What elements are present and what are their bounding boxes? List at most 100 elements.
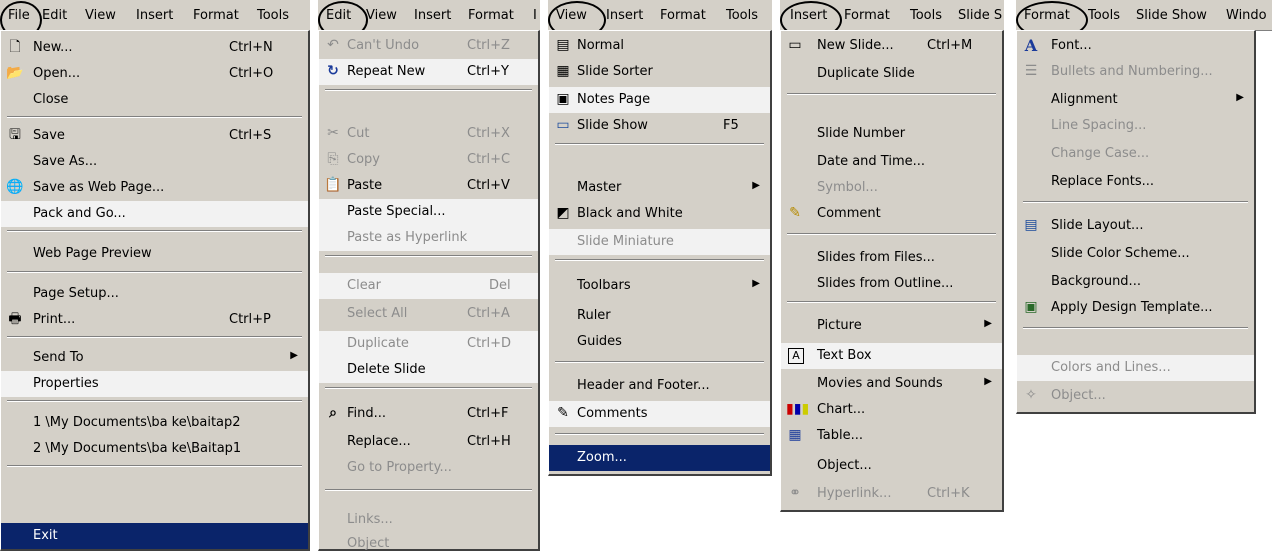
menu-item-select-all[interactable]: Select All Ctrl+A xyxy=(319,301,538,327)
menu-item-repeat[interactable]: ↻ Repeat New Ctrl+Y xyxy=(319,59,538,85)
menubar-insert[interactable]: Insert xyxy=(136,8,173,24)
menu-item-object[interactable]: Object... xyxy=(781,453,1002,479)
menubar-format[interactable]: Format xyxy=(660,8,706,24)
menu-item-send-to[interactable]: Send To ▶ xyxy=(1,345,308,371)
menu-item-duplicate-slide[interactable]: Duplicate Slide xyxy=(781,61,1002,87)
menubar-window[interactable]: Windo xyxy=(1226,8,1267,24)
menubar-view[interactable]: View xyxy=(556,8,587,24)
menu-item-picture[interactable]: Picture ▶ xyxy=(781,313,1002,339)
menu-item-find[interactable]: ⌕ Find... Ctrl+F xyxy=(319,401,538,427)
printer-icon: 🖶 xyxy=(8,311,22,327)
menu-item-normal[interactable]: ▤ Normal xyxy=(549,33,770,59)
menu-item-go-to-property[interactable]: Go to Property... xyxy=(319,455,538,481)
menu-item-paste-as-hyperlink[interactable]: Paste as Hyperlink xyxy=(319,225,538,251)
menu-item-label: Paste Special... xyxy=(347,204,446,219)
menu-item-table[interactable]: ▦ Table... xyxy=(781,423,1002,449)
menu-item-duplicate[interactable]: Duplicate Ctrl+D xyxy=(319,331,538,357)
menubar-slide-show[interactable]: Slide S xyxy=(958,8,1002,24)
file-menu-panel: File Edit View Insert Format Tools 🗋 New.… xyxy=(0,0,310,551)
menu-item-font[interactable]: A Font... xyxy=(1017,33,1254,59)
menu-item-save-as[interactable]: Save As... xyxy=(1,149,308,175)
menubar-tools[interactable]: Tools xyxy=(910,8,942,24)
menubar-tools[interactable]: Tools xyxy=(1088,8,1120,24)
menubar-edit[interactable]: Edit xyxy=(42,8,67,24)
menubar-format[interactable]: Format xyxy=(844,8,890,24)
menu-item-new-slide[interactable]: ▭ New Slide... Ctrl+M xyxy=(781,33,1002,59)
menu-item-close[interactable]: Close xyxy=(1,87,308,113)
menu-item-slide-miniature[interactable]: Slide Miniature xyxy=(549,229,770,255)
menu-item-comments[interactable]: ✎ Comments xyxy=(549,401,770,427)
menu-item-object[interactable]: Object xyxy=(319,531,538,551)
menubar-format[interactable]: Format xyxy=(193,8,239,24)
menu-item-pack-and-go[interactable]: Pack and Go... xyxy=(1,201,308,227)
menu-item-slide-layout[interactable]: ▤ Slide Layout... xyxy=(1017,213,1254,239)
menu-item-alignment[interactable]: Alignment ▶ xyxy=(1017,87,1254,113)
menu-item-recent-file-2[interactable]: 2 \My Documents\ba ke\Baitap1 xyxy=(1,436,308,462)
menu-item-cut[interactable]: ✂ Cut Ctrl+X xyxy=(319,121,538,147)
menu-item-black-and-white[interactable]: ◩ Black and White xyxy=(549,201,770,227)
menu-item-colors-and-lines[interactable]: Colors and Lines... xyxy=(1017,355,1254,381)
menu-item-change-case[interactable]: Change Case... xyxy=(1017,141,1254,167)
menu-item-label: Bullets and Numbering... xyxy=(1051,64,1213,79)
menu-item-print[interactable]: 🖶 Print... Ctrl+P xyxy=(1,307,308,333)
menubar-slide-show[interactable]: Slide Show xyxy=(1136,8,1207,24)
menu-item-copy[interactable]: ⎘ Copy Ctrl+C xyxy=(319,147,538,173)
menubar-tools[interactable]: Tools xyxy=(257,8,289,24)
menu-item-clear[interactable]: Clear Del xyxy=(319,273,538,299)
menu-item-text-box[interactable]: A Text Box xyxy=(781,343,1002,369)
menu-item-new[interactable]: 🗋 New... Ctrl+N xyxy=(1,35,308,61)
menu-item-exit[interactable]: Exit xyxy=(1,523,308,549)
menu-item-notes-page[interactable]: ▣ Notes Page xyxy=(549,87,770,113)
menu-item-replace[interactable]: Replace... Ctrl+H xyxy=(319,429,538,455)
menu-item-background[interactable]: Background... xyxy=(1017,269,1254,295)
menubar-view[interactable]: View xyxy=(85,8,116,24)
menubar-insert[interactable]: Insert xyxy=(414,8,451,24)
menubar-insert[interactable]: Insert xyxy=(790,8,827,24)
menu-item-paste-special[interactable]: Paste Special... xyxy=(319,199,538,225)
menu-item-links[interactable]: Links... xyxy=(319,507,538,533)
menu-item-line-spacing[interactable]: Line Spacing... xyxy=(1017,113,1254,139)
menubar-edit[interactable]: Edit xyxy=(326,8,351,24)
menu-item-bullets-and-numbering[interactable]: ☰ Bullets and Numbering... xyxy=(1017,59,1254,85)
menu-item-object[interactable]: ✧ Object... xyxy=(1017,383,1254,409)
menu-item-slides-from-files[interactable]: Slides from Files... xyxy=(781,245,1002,271)
menu-item-slide-color-scheme[interactable]: Slide Color Scheme... xyxy=(1017,241,1254,267)
menubar-format[interactable]: Format xyxy=(1024,8,1070,24)
menubar-view[interactable]: View xyxy=(366,8,397,24)
menu-item-slide-number[interactable]: Slide Number xyxy=(781,121,1002,147)
menu-item-page-setup[interactable]: Page Setup... xyxy=(1,281,308,307)
menu-item-recent-file-1[interactable]: 1 \My Documents\ba ke\baitap2 xyxy=(1,410,308,436)
menu-item-chart[interactable]: ▮▮▮ Chart... xyxy=(781,397,1002,423)
menu-item-save-as-web-page[interactable]: 🌐 Save as Web Page... xyxy=(1,175,308,201)
menu-item-slide-sorter[interactable]: ▦ Slide Sorter xyxy=(549,59,770,85)
menu-item-ruler[interactable]: Ruler xyxy=(549,303,770,329)
menu-item-delete-slide[interactable]: Delete Slide xyxy=(319,357,538,383)
menu-item-slide-show[interactable]: ▭ Slide Show F5 xyxy=(549,113,770,139)
menu-item-hyperlink[interactable]: ⚭ Hyperlink... Ctrl+K xyxy=(781,481,1002,507)
menu-item-properties[interactable]: Properties xyxy=(1,371,308,397)
menubar-tools[interactable]: Tools xyxy=(726,8,758,24)
menu-item-movies-and-sounds[interactable]: Movies and Sounds ▶ xyxy=(781,371,1002,397)
menu-item-toolbars[interactable]: Toolbars ▶ xyxy=(549,273,770,299)
menu-item-open[interactable]: 📂 Open... Ctrl+O xyxy=(1,61,308,87)
menu-item-comment[interactable]: ✎ Comment xyxy=(781,201,1002,227)
menu-item-save[interactable]: 🖫 Save Ctrl+S xyxy=(1,123,308,149)
menu-item-header-and-footer[interactable]: Header and Footer... xyxy=(549,373,770,399)
menu-item-replace-fonts[interactable]: Replace Fonts... xyxy=(1017,169,1254,195)
menu-item-symbol[interactable]: Symbol... xyxy=(781,175,1002,201)
menu-item-web-page-preview[interactable]: Web Page Preview xyxy=(1,241,308,267)
menu-item-label: Text Box xyxy=(817,348,872,363)
menu-item-slides-from-outline[interactable]: Slides from Outline... xyxy=(781,271,1002,297)
menubar-insert[interactable]: Insert xyxy=(606,8,643,24)
menu-item-master[interactable]: Master ▶ xyxy=(549,175,770,201)
menu-item-paste[interactable]: 📋 Paste Ctrl+V xyxy=(319,173,538,199)
menu-item-apply-design-template[interactable]: ▣ Apply Design Template... xyxy=(1017,295,1254,321)
menubar-format[interactable]: Format xyxy=(468,8,514,24)
menu-item-shortcut: F5 xyxy=(723,118,739,133)
menu-item-date-and-time[interactable]: Date and Time... xyxy=(781,149,1002,175)
menubar-file[interactable]: File xyxy=(8,8,30,24)
menu-item-undo[interactable]: ↶ Can't Undo Ctrl+Z xyxy=(319,33,538,59)
menu-item-guides[interactable]: Guides xyxy=(549,329,770,355)
menu-item-zoom[interactable]: Zoom... xyxy=(549,445,770,471)
menubar-tools[interactable]: I xyxy=(533,8,537,24)
